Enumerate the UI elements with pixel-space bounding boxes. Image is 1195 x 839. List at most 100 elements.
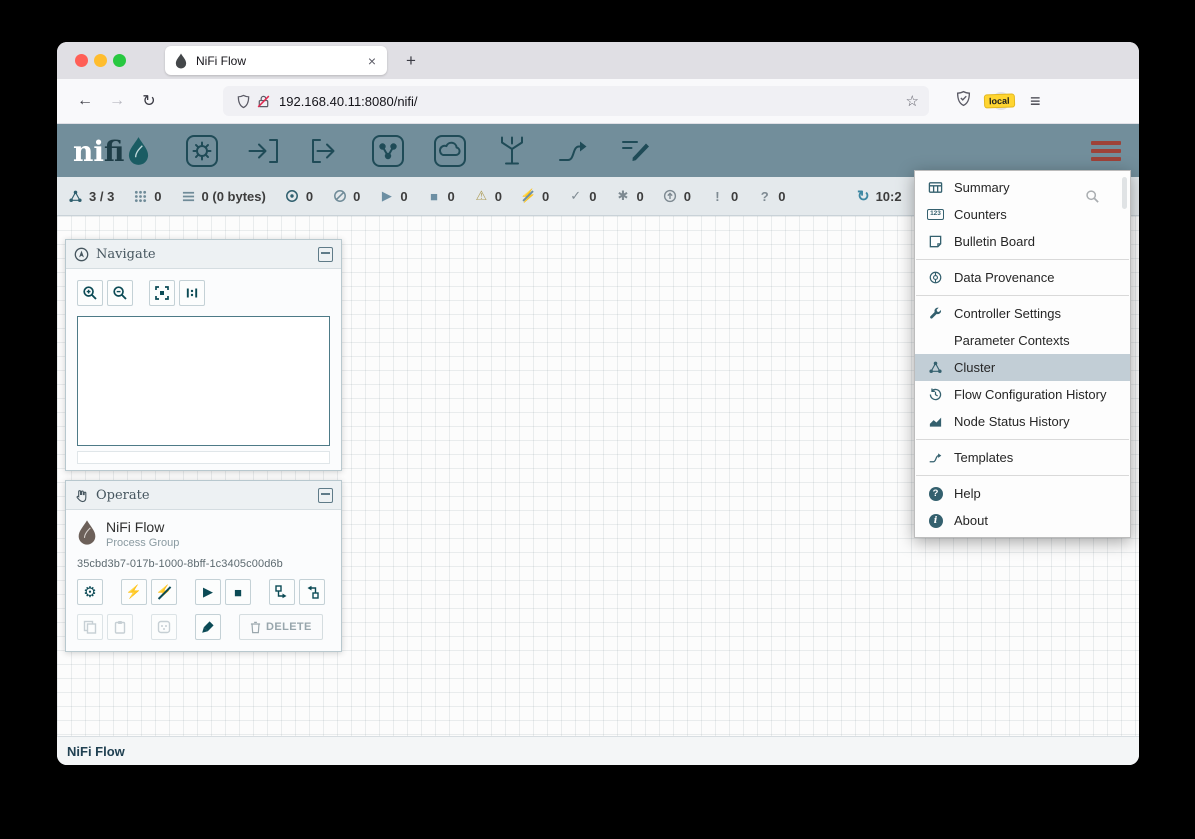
change-version-button[interactable] [299,579,325,605]
menu-item-flow-configuration-history[interactable]: Flow Configuration History [915,381,1130,408]
running-icon: ▶ [378,188,395,204]
url-text[interactable]: 192.168.40.11:8080/nifi/ [279,94,906,109]
menu-divider [916,295,1129,296]
window-zoom-button[interactable] [113,54,126,67]
menu-item-cluster[interactable]: Cluster [915,354,1130,381]
navigate-title: Navigate [96,247,156,262]
tab-strip: NiFi Flow × + [57,42,1139,79]
zoom-actual-size-button[interactable] [179,280,205,306]
birdseye-minimap[interactable] [77,316,330,446]
counters-icon: 123 [927,207,944,223]
menu-scrollbar[interactable] [1122,177,1127,209]
history-icon [927,387,944,403]
locally-modified-status: ✱0 [614,188,643,204]
menu-item-help[interactable]: ? Help [915,480,1130,507]
window-minimize-button[interactable] [94,54,107,67]
enable-button[interactable]: ⚡ [121,579,147,605]
zoom-in-button[interactable] [77,280,103,306]
menu-item-controller-settings[interactable]: Controller Settings [915,300,1130,327]
refresh-icon[interactable]: ↻ [857,187,870,205]
global-search-icon[interactable] [1085,189,1100,209]
output-port-icon[interactable] [308,133,344,169]
about-icon: i [927,513,944,529]
processor-icon[interactable] [184,133,220,169]
delete-button[interactable]: DELETE [239,614,323,640]
parameter-contexts-icon [927,333,944,349]
configuration-button[interactable]: ⚙ [77,579,103,605]
nifi-global-menu-button[interactable] [1091,141,1121,161]
copy-from-version-button[interactable] [269,579,295,605]
menu-item-bulletin-board[interactable]: Bulletin Board [915,228,1130,255]
nifi-logo: nifi [73,136,150,166]
menu-item-templates[interactable]: Templates [915,444,1130,471]
templates-icon [927,450,944,466]
logo-drop-icon [127,136,150,166]
locally-modified-stale-status: !0 [709,188,738,204]
menu-item-parameter-contexts[interactable]: Parameter Contexts [915,327,1130,354]
protections-shield-icon[interactable] [955,90,972,112]
stop-button[interactable]: ■ [225,579,251,605]
cluster-icon [67,188,84,204]
cluster-status: 3 / 3 [67,188,114,204]
menu-item-data-provenance[interactable]: Data Provenance [915,264,1130,291]
paste-button[interactable] [107,614,133,640]
queue-list-icon [180,188,197,204]
funnel-icon[interactable] [494,133,530,169]
cluster-icon [927,360,944,376]
modified-stale-icon: ! [709,188,726,204]
provenance-icon [927,270,944,286]
start-button[interactable]: ▶ [195,579,221,605]
threads-grid-icon [132,188,149,204]
transmitting-status: 0 [284,188,313,204]
tab-close-icon[interactable]: × [366,53,378,69]
breadcrumb[interactable]: NiFi Flow [67,744,125,759]
remote-process-group-icon[interactable] [432,133,468,169]
insecure-lock-icon[interactable] [253,93,273,109]
bulletin-note-icon [927,234,944,250]
browser-tab[interactable]: NiFi Flow × [165,46,387,75]
component-toolbar [184,133,654,169]
refresh-status[interactable]: ↻ 10:2 [857,177,902,215]
navigate-header[interactable]: Navigate [66,240,341,269]
sync-failure-status: ?0 [756,188,785,204]
new-tab-button[interactable]: + [399,49,423,73]
menu-item-node-status-history[interactable]: Node Status History [915,408,1130,435]
group-button[interactable] [151,614,177,640]
wrench-icon [927,306,944,322]
transmitting-icon [284,188,301,204]
sync-failure-icon: ? [756,188,773,204]
copy-button[interactable] [77,614,103,640]
forward-button[interactable]: → [101,92,133,110]
operate-header[interactable]: Operate [66,481,341,510]
profile-avatar[interactable]: local [990,91,1012,111]
tracking-shield-icon[interactable] [233,93,253,109]
reload-button[interactable]: ↻ [133,91,165,111]
firefox-menu-icon[interactable]: ≡ [1030,91,1041,112]
last-refreshed-time: 10:2 [876,189,902,204]
label-icon[interactable] [618,133,654,169]
menu-divider [916,259,1129,260]
fill-color-button[interactable] [195,614,221,640]
birdseye-brush[interactable] [77,451,330,464]
bookmark-star-icon[interactable]: ☆ [906,92,919,110]
desktop: { "browser": { "tab_title": "NiFi Flow",… [0,0,1195,839]
zoom-fit-button[interactable] [149,280,175,306]
disabled-status: ⚡0 [520,188,549,204]
stale-icon [662,188,679,204]
operate-collapse-button[interactable] [318,488,333,503]
back-button[interactable]: ← [69,92,101,110]
url-bar[interactable]: 192.168.40.11:8080/nifi/ ☆ [223,86,929,116]
tab-title: NiFi Flow [196,54,366,68]
process-group-icon[interactable] [370,133,406,169]
stopped-status: ■0 [426,188,455,204]
navigate-collapse-button[interactable] [318,247,333,262]
queued-status: 0 (0 bytes) [180,188,266,204]
window-close-button[interactable] [75,54,88,67]
template-icon[interactable] [556,133,592,169]
selection-name: NiFi Flow [106,519,179,535]
locally-modified-icon: ✱ [614,188,631,204]
zoom-out-button[interactable] [107,280,133,306]
disable-button[interactable]: ⚡ [151,579,177,605]
menu-item-about[interactable]: i About [915,507,1130,534]
input-port-icon[interactable] [246,133,282,169]
